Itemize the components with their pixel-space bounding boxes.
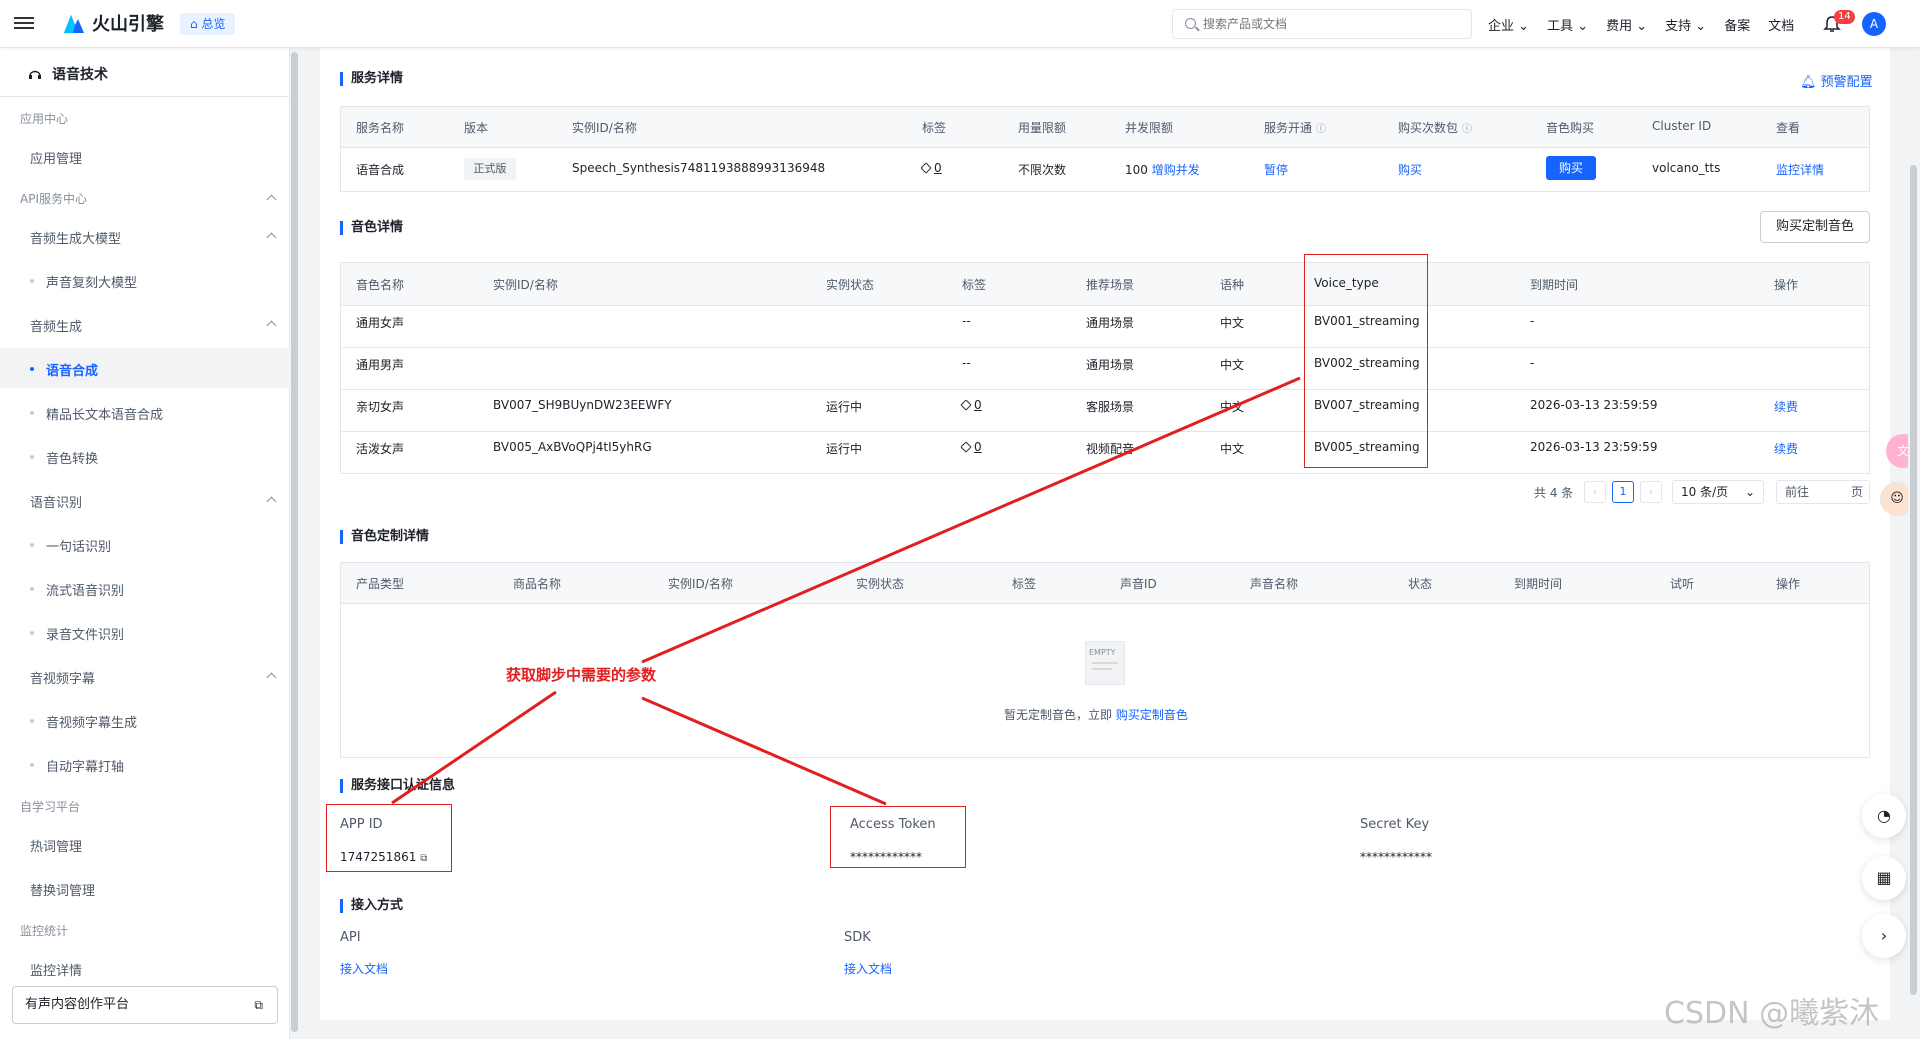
nav-billing[interactable]: 费用 ⌄ <box>1606 15 1647 34</box>
nav-docs[interactable]: 文档 <box>1768 15 1794 34</box>
logo-text: 火山引擎 <box>92 14 164 35</box>
watermark: CSDN @曦紫沐 <box>1664 996 1880 1031</box>
feedback-icon[interactable]: ◔ <box>1862 794 1906 838</box>
top-bar: 火山引擎 ⌂ 总览 企业 ⌄ 工具 ⌄ 费用 ⌄ 支持 ⌄ 备案 文档 14 A <box>0 0 1920 48</box>
annotation-label: 获取脚步中需要的参数 <box>506 666 657 684</box>
nav-tools[interactable]: 工具 ⌄ <box>1547 15 1588 34</box>
overview-link[interactable]: ⌂ 总览 <box>180 13 236 35</box>
overview-label: 总览 <box>201 17 226 31</box>
notification-badge: 14 <box>1834 10 1855 24</box>
nav-support[interactable]: 支持 ⌄ <box>1665 15 1706 34</box>
search-box[interactable] <box>1172 9 1472 39</box>
annotation-arrows <box>391 376 1301 806</box>
top-nav: 企业 ⌄ 工具 ⌄ 费用 ⌄ 支持 ⌄ 备案 文档 <box>1488 0 1794 48</box>
chevron-right-icon[interactable]: › <box>1862 914 1906 958</box>
volcano-logo-icon <box>64 15 84 33</box>
book-icon[interactable]: ▦ <box>1862 856 1906 900</box>
search-input[interactable] <box>1203 10 1463 38</box>
avatar[interactable]: A <box>1862 12 1886 36</box>
search-icon <box>1185 18 1196 29</box>
logo[interactable]: 火山引擎 <box>62 10 164 36</box>
menu-icon[interactable] <box>14 14 34 34</box>
nav-filing[interactable]: 备案 <box>1724 15 1750 34</box>
page-scrollbar[interactable] <box>1910 165 1917 995</box>
nav-enterprise[interactable]: 企业 ⌄ <box>1488 15 1529 34</box>
